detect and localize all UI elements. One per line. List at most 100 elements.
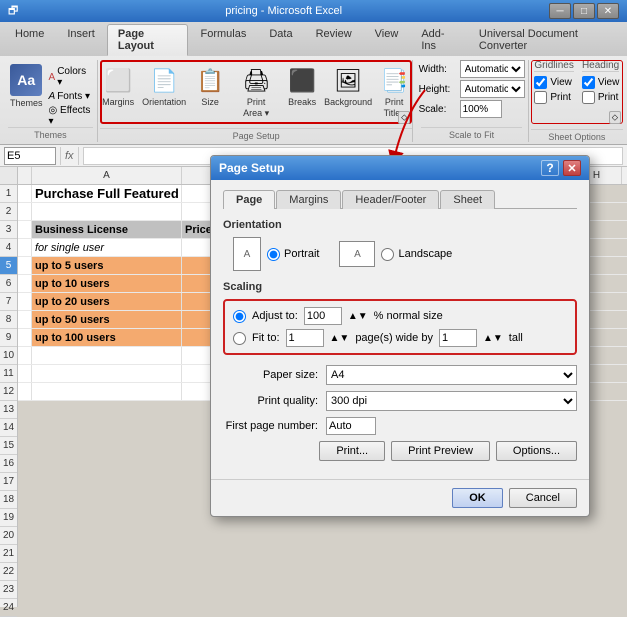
cell-B7[interactable]: up to 20 users — [32, 293, 182, 310]
cell-B11[interactable] — [32, 365, 182, 382]
select-all-corner[interactable] — [0, 167, 17, 185]
gridlines-view-check[interactable] — [534, 76, 547, 89]
ok-button[interactable]: OK — [452, 488, 503, 508]
page-setup-expand[interactable]: ⬦ — [398, 111, 410, 124]
paper-size-select[interactable]: A4 — [326, 365, 577, 385]
dialog-tab-sheet[interactable]: Sheet — [440, 190, 495, 209]
fonts-button[interactable]: A Fonts ▾ — [49, 91, 93, 102]
close-button[interactable]: ✕ — [597, 3, 619, 19]
cell-B3[interactable]: Business License — [32, 221, 182, 238]
cell-B6[interactable]: up to 10 users — [32, 275, 182, 292]
cell-A5[interactable] — [18, 257, 32, 274]
maximize-button[interactable]: □ — [573, 3, 595, 19]
background-icon: 🖼 — [332, 65, 364, 97]
gridlines-view-row: View — [534, 76, 573, 89]
cell-A4[interactable] — [18, 239, 32, 256]
tab-home[interactable]: Home — [4, 24, 55, 56]
tab-formulas[interactable]: Formulas — [189, 24, 257, 56]
adjust-to-row: Adjust to: ▲▼ % normal size — [233, 307, 567, 325]
sheet-options-expand[interactable]: ⬦ — [609, 111, 621, 124]
gridlines-print-check[interactable] — [534, 91, 547, 104]
margins-button[interactable]: ⬜ Margins — [97, 62, 139, 111]
height-select[interactable]: Automatic — [460, 80, 525, 98]
dialog-tab-page[interactable]: Page — [223, 190, 275, 209]
fit-pages-wide-input[interactable] — [286, 329, 324, 347]
row-header-9: 9 — [0, 329, 17, 347]
dialog-tab-margins[interactable]: Margins — [276, 190, 341, 209]
cell-B2[interactable] — [32, 203, 182, 220]
print-quality-label: Print quality: — [223, 395, 318, 407]
tab-insert[interactable]: Insert — [56, 24, 106, 56]
adjust-to-input[interactable] — [304, 307, 342, 325]
themes-big-button[interactable]: Aa Themes — [8, 62, 45, 110]
col-header-A[interactable]: A — [32, 167, 182, 184]
size-button[interactable]: 📋 Size — [189, 62, 231, 111]
tab-data[interactable]: Data — [258, 24, 303, 56]
dialog-tab-headerfooter[interactable]: Header/Footer — [342, 190, 439, 209]
colors-button[interactable]: A Colors ▾ — [49, 66, 93, 88]
row-headers: 1 2 3 4 5 6 7 8 9 10 11 12 13 14 15 16 1… — [0, 167, 18, 607]
portrait-radio-label[interactable]: Portrait — [267, 248, 319, 261]
tab-addins[interactable]: Add-Ins — [410, 24, 467, 56]
scale-input[interactable] — [460, 100, 502, 118]
cell-B4[interactable]: for single user — [32, 239, 182, 256]
headings-print-check[interactable] — [582, 91, 595, 104]
normal-size-up-down: ▲▼ — [348, 311, 368, 322]
headings-view-row: View — [582, 76, 620, 89]
size-icon: 📋 — [194, 65, 226, 97]
row-header-16: 16 — [0, 455, 17, 473]
print-area-button[interactable]: 🖨 Print Area ▾ — [235, 62, 277, 122]
cell-A9[interactable] — [18, 329, 32, 346]
cell-B8[interactable]: up to 50 users — [32, 311, 182, 328]
sheet-options-group: Gridlines View Print Heading View — [531, 60, 623, 142]
cell-B1[interactable]: Purchase Full Featured Version — [32, 185, 182, 202]
cell-A3[interactable] — [18, 221, 32, 238]
cell-A10[interactable] — [18, 347, 32, 364]
window-title: pricing - Microsoft Excel — [18, 5, 549, 17]
name-box[interactable] — [4, 147, 56, 165]
dialog-close-button[interactable]: ✕ — [563, 160, 581, 176]
page-setup-group: ⬜ Margins 📄 Orientation 📋 Size 🖨 Print A… — [100, 60, 414, 142]
fit-tall-spinners: ▲▼ — [483, 333, 503, 344]
landscape-radio-label[interactable]: Landscape — [381, 248, 452, 261]
fit-to-radio[interactable] — [233, 332, 246, 345]
breaks-button[interactable]: ⬛ Breaks — [281, 62, 323, 111]
formula-bar-separator — [60, 147, 61, 165]
tab-review[interactable]: Review — [305, 24, 363, 56]
orientation-button[interactable]: 📄 Orientation — [143, 62, 185, 111]
cell-B5[interactable]: up to 5 users — [32, 257, 182, 274]
print-button[interactable]: Print... — [319, 441, 385, 461]
tab-view[interactable]: View — [364, 24, 410, 56]
cell-A2[interactable] — [18, 203, 32, 220]
cell-B10[interactable] — [32, 347, 182, 364]
cell-B9[interactable]: up to 100 users — [32, 329, 182, 346]
landscape-radio[interactable] — [381, 248, 394, 261]
cell-A1[interactable] — [18, 185, 32, 202]
headings-view-check[interactable] — [582, 76, 595, 89]
row-header-21: 21 — [0, 545, 17, 563]
portrait-radio[interactable] — [267, 248, 280, 261]
background-button[interactable]: 🖼 Background — [327, 62, 369, 111]
tab-udc[interactable]: Universal Document Converter — [468, 24, 627, 56]
adjust-to-radio[interactable] — [233, 310, 246, 323]
cell-A8[interactable] — [18, 311, 32, 328]
options-button[interactable]: Options... — [496, 441, 577, 461]
tab-page-layout[interactable]: Page Layout — [107, 24, 189, 56]
cell-A12[interactable] — [18, 383, 32, 400]
cell-A7[interactable] — [18, 293, 32, 310]
dialog-help-button[interactable]: ? — [541, 160, 559, 176]
dialog-tabs: Page Margins Header/Footer Sheet — [223, 190, 577, 209]
width-select[interactable]: Automatic — [460, 60, 525, 78]
fit-pages-tall-input[interactable] — [439, 329, 477, 347]
print-quality-select[interactable]: 300 dpi — [326, 391, 577, 411]
cancel-button[interactable]: Cancel — [509, 488, 577, 508]
row-header-19: 19 — [0, 509, 17, 527]
minimize-button[interactable]: ─ — [549, 3, 571, 19]
first-page-input[interactable] — [326, 417, 376, 435]
effects-button[interactable]: ◎ Effects ▾ — [49, 105, 93, 127]
cell-B12[interactable] — [32, 383, 182, 400]
cell-A11[interactable] — [18, 365, 32, 382]
cell-A6[interactable] — [18, 275, 32, 292]
row-header-8: 8 — [0, 311, 17, 329]
print-preview-button[interactable]: Print Preview — [391, 441, 490, 461]
